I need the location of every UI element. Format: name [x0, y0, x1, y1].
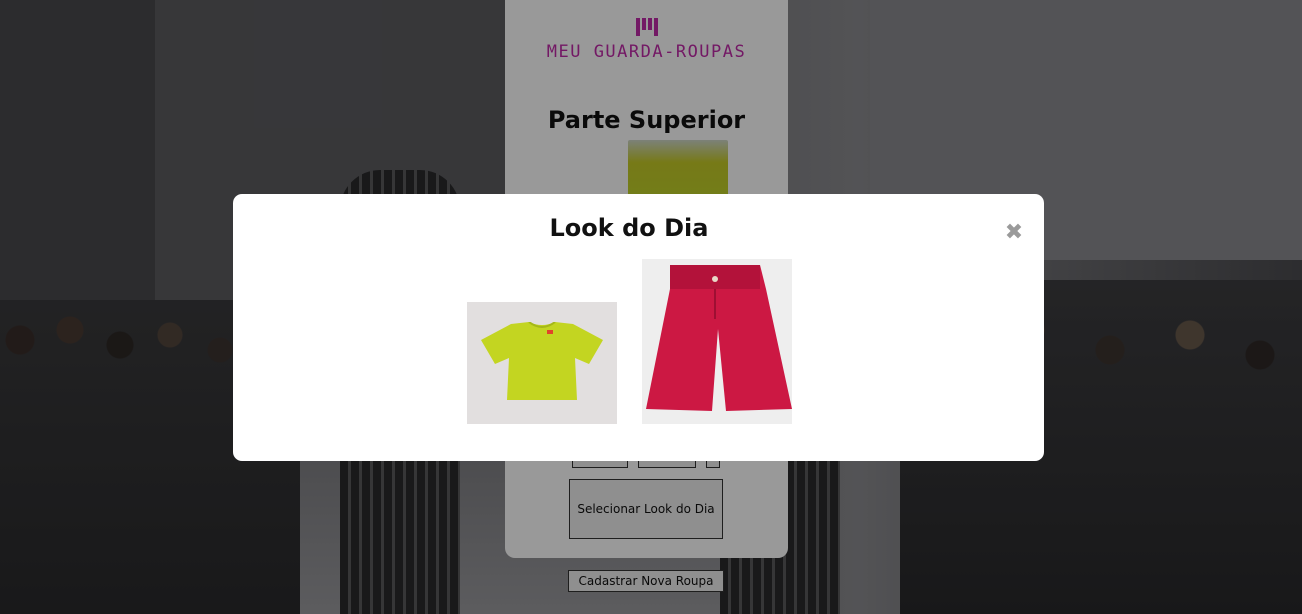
close-icon[interactable]: ✖ [1003, 222, 1025, 244]
look-top-image [467, 302, 617, 424]
look-modal: Look do Dia ✖ [233, 194, 1044, 461]
look-bottom-image [642, 259, 792, 424]
crop-top-shirt-icon [481, 322, 603, 400]
modal-title: Look do Dia [549, 214, 709, 242]
shorts-icon [646, 265, 792, 411]
